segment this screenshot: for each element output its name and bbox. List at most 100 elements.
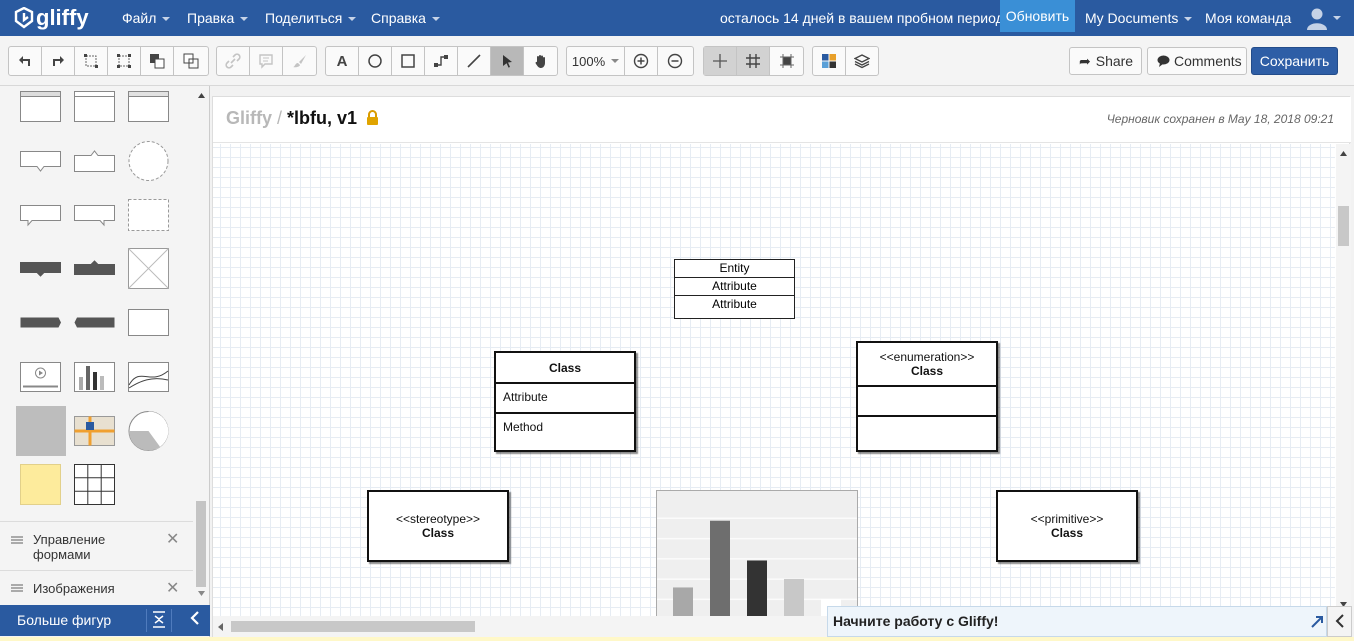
lock-icon[interactable] [366, 110, 379, 125]
uml-primitive-shape[interactable]: <<primitive>> Class [996, 490, 1138, 562]
zoom-in-button[interactable] [625, 47, 658, 75]
ungroup-button[interactable] [108, 47, 141, 75]
window-shape[interactable] [74, 91, 115, 122]
group-button[interactable] [75, 47, 108, 75]
grid-button[interactable] [737, 47, 770, 75]
get-started-collapse-button[interactable] [1327, 606, 1352, 637]
drag-handle-icon[interactable] [11, 536, 23, 544]
zoom-in-icon [633, 53, 649, 69]
rectangle-tool-button[interactable] [392, 47, 425, 75]
gray-block-shape[interactable] [16, 406, 66, 456]
style-tools-group [812, 46, 879, 76]
tooltip-bottom-shape[interactable] [20, 151, 61, 172]
menu-share[interactable]: Поделиться [265, 0, 357, 36]
stereotype-class-name: Class [421, 526, 455, 540]
drag-handle-icon[interactable] [11, 584, 23, 592]
pan-tool-button[interactable] [524, 47, 557, 75]
redo-button[interactable] [42, 47, 75, 75]
video-player-shape[interactable] [20, 362, 61, 392]
ellipse-tool-button[interactable] [359, 47, 392, 75]
menu-edit-label: Правка [187, 10, 235, 26]
upgrade-button[interactable]: Обновить [1000, 0, 1075, 32]
close-icon[interactable]: ✕ [166, 578, 179, 598]
team-link[interactable]: Моя команда [1205, 0, 1291, 36]
comments-button[interactable]: Comments [1147, 47, 1247, 75]
send-back-button[interactable] [174, 47, 207, 75]
zoom-out-button[interactable] [658, 47, 691, 75]
diagram-canvas[interactable]: Entity Attribute Attribute Class Attribu… [213, 144, 1335, 641]
menu-file[interactable]: Файл [122, 0, 171, 36]
uml-stereotype-shape[interactable]: <<stereotype>> Class [367, 490, 509, 562]
uml-enumeration-shape[interactable]: <<enumeration>> Class [856, 341, 998, 452]
horizontal-scroll-thumb[interactable] [231, 621, 475, 632]
document-brand[interactable]: Gliffy [226, 108, 272, 128]
save-button[interactable]: Сохранить [1251, 47, 1338, 75]
format-painter-button[interactable] [283, 47, 316, 75]
my-documents-menu[interactable]: My Documents [1085, 0, 1193, 36]
pie-chart-shape[interactable] [128, 411, 169, 451]
dialog-window-shape[interactable] [128, 91, 169, 122]
section-images[interactable]: Изображения ✕ [0, 570, 193, 604]
callout-right-shape[interactable] [74, 205, 115, 227]
zoom-value: 100% [571, 53, 606, 69]
collapse-all-button[interactable] [146, 609, 172, 632]
gliffy-logo[interactable]: gliffy [14, 5, 89, 31]
document-name[interactable]: *lbfu, v1 [287, 108, 357, 128]
image-placeholder-shape[interactable] [128, 248, 169, 289]
map-shape[interactable] [74, 416, 115, 446]
guides-button[interactable] [704, 47, 737, 75]
browser-window-shape[interactable] [20, 91, 61, 122]
rectangle-shape[interactable] [128, 309, 169, 336]
snap-button[interactable] [770, 47, 803, 75]
text-tool-button[interactable]: A [326, 47, 359, 75]
class-attribute-row: Attribute [496, 382, 634, 412]
panel-scroll-thumb[interactable] [196, 501, 206, 587]
pointer-tool-button[interactable] [491, 47, 524, 75]
share-label: Share [1095, 53, 1134, 69]
uml-class-shape[interactable]: Class Attribute Method [494, 351, 636, 452]
dark-arrow-right-shape[interactable] [74, 317, 115, 328]
dark-arrow-left-shape[interactable] [20, 317, 62, 328]
dashed-rectangle-shape[interactable] [128, 199, 169, 231]
line-chart-shape[interactable] [128, 362, 169, 392]
line-icon [467, 54, 481, 68]
comment-button[interactable] [250, 47, 283, 75]
dark-tooltip-top-shape[interactable] [74, 260, 115, 275]
line-tool-button[interactable] [458, 47, 491, 75]
grid-tools-group [703, 46, 804, 76]
user-avatar-icon[interactable] [1305, 6, 1329, 30]
brush-icon [292, 55, 306, 68]
dark-tooltip-bottom-shape[interactable] [20, 262, 61, 277]
themes-button[interactable] [813, 47, 846, 75]
more-shapes-bar[interactable]: Больше фигур [0, 605, 210, 636]
get-started-panel[interactable]: Начните работу с Gliffy! [827, 606, 1327, 637]
connector-tool-button[interactable] [425, 47, 458, 75]
sticky-note-shape[interactable] [20, 464, 61, 505]
avatar-chevron-down-icon[interactable] [1333, 16, 1341, 20]
callout-left-shape[interactable] [20, 205, 61, 227]
link-button[interactable] [217, 47, 250, 75]
undo-button[interactable] [9, 47, 42, 75]
document-header: Gliffy / *lbfu, v1 Черновик сохранен в May… [213, 97, 1351, 143]
menu-help[interactable]: Справка [371, 0, 440, 36]
vertical-scroll-thumb[interactable] [1338, 206, 1349, 246]
close-icon[interactable]: ✕ [166, 529, 179, 549]
tooltip-top-shape[interactable] [74, 150, 115, 172]
expand-icon[interactable] [1310, 615, 1324, 629]
menu-edit[interactable]: Правка [187, 0, 249, 36]
toolbar: A 100% ➦ Share Comments Сохранить [0, 36, 1354, 86]
layers-button[interactable] [846, 47, 879, 75]
comment-icon [259, 54, 273, 69]
share-button[interactable]: ➦ Share [1069, 47, 1142, 75]
table-grid-shape[interactable] [74, 464, 115, 505]
collapse-panel-button[interactable] [180, 605, 210, 636]
bring-front-button[interactable] [141, 47, 174, 75]
dashed-circle-shape[interactable] [128, 141, 169, 181]
entity-attribute: Attribute [712, 297, 757, 311]
entity-shape[interactable]: Entity Attribute Attribute [674, 259, 795, 319]
zoom-select[interactable]: 100% [567, 47, 625, 75]
vertical-scrollbar[interactable] [1336, 144, 1351, 616]
section-manage-shapes[interactable]: Управление формами ✕ [0, 521, 193, 569]
bar-chart-shape[interactable] [74, 362, 115, 392]
enumeration-name: Class [910, 364, 944, 378]
